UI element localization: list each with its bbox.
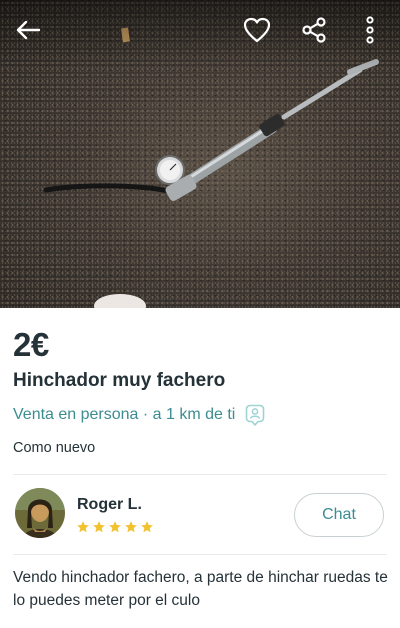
listing-price: 2€ — [13, 326, 49, 363]
seller-name[interactable]: Roger L. — [77, 496, 142, 514]
star-icon — [125, 521, 137, 533]
more-vertical-icon — [366, 16, 374, 44]
chat-button[interactable]: Chat — [294, 493, 384, 537]
delivery-label: Venta en persona · a 1 km de ti — [13, 406, 236, 423]
back-button[interactable] — [10, 12, 46, 48]
heart-icon — [243, 17, 271, 43]
share-icon — [302, 17, 326, 43]
more-options-button[interactable] — [352, 12, 388, 48]
star-icon — [109, 521, 121, 533]
star-icon — [93, 521, 105, 533]
share-button[interactable] — [296, 12, 332, 48]
delivery-info[interactable]: Venta en persona · a 1 km de ti — [13, 404, 265, 426]
listing-description: Vendo hinchador fachero, a parte de hinc… — [13, 569, 388, 609]
seller-rating — [76, 520, 154, 534]
listing-title: Hinchador muy fachero — [13, 370, 226, 391]
product-photo[interactable] — [0, 0, 400, 308]
divider — [13, 554, 387, 555]
item-condition: Como nuevo — [13, 440, 96, 456]
arrow-left-icon — [16, 20, 41, 40]
seller-avatar-image — [15, 488, 65, 538]
divider — [13, 474, 387, 475]
star-icon — [77, 521, 89, 533]
star-icon — [141, 521, 153, 533]
favorite-button[interactable] — [239, 12, 275, 48]
person-pin-icon — [246, 404, 265, 426]
avatar[interactable] — [15, 488, 65, 538]
top-gradient — [0, 0, 400, 70]
